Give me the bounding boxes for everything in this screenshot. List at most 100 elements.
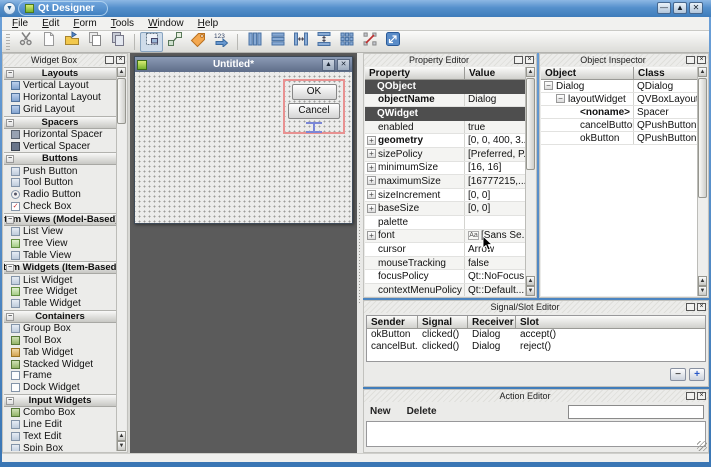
widget-tab-widget[interactable]: Tab Widget xyxy=(4,346,116,358)
layout-vertical-button[interactable] xyxy=(266,32,289,52)
scroll-up-icon[interactable] xyxy=(117,431,126,441)
close-icon[interactable] xyxy=(697,303,706,311)
widget-table-widget[interactable]: Table Widget xyxy=(4,298,116,310)
property-value[interactable]: Aa[Sans Se... xyxy=(465,230,525,243)
widget-radio-button[interactable]: ●Radio Button xyxy=(4,189,116,201)
maximize-button[interactable]: ▲ xyxy=(673,2,687,14)
form-shade-button[interactable]: ▲ xyxy=(322,59,335,71)
vertical-spacer-icon[interactable] xyxy=(306,122,322,133)
scroll-up-icon[interactable] xyxy=(117,67,126,77)
expand-icon[interactable]: + xyxy=(367,163,376,172)
property-value[interactable]: [Preferred, P... xyxy=(465,148,525,161)
category-item-views-model-based[interactable]: −Item Views (Model-Based) xyxy=(4,213,116,226)
column-sender[interactable]: Sender xyxy=(367,316,418,328)
new-action-button[interactable]: New xyxy=(370,406,391,417)
widget-text-edit[interactable]: Text Edit xyxy=(4,430,116,442)
property-row-mousetracking[interactable]: mouseTrackingfalse xyxy=(365,257,525,271)
property-value[interactable]: [0, 0] xyxy=(465,202,525,215)
category-input-widgets[interactable]: −Input Widgets xyxy=(4,394,116,407)
float-icon[interactable] xyxy=(514,56,523,64)
widget-tool-box[interactable]: Tool Box xyxy=(4,335,116,347)
menu-help[interactable]: Help xyxy=(192,18,227,29)
property-editor-scrollbar[interactable] xyxy=(525,67,535,296)
property-row-sizepolicy[interactable]: +sizePolicy[Preferred, P... xyxy=(365,148,525,162)
copy-button[interactable] xyxy=(83,32,106,52)
menu-file[interactable]: File xyxy=(6,18,36,29)
widget-group-box[interactable]: Group Box xyxy=(4,323,116,335)
column-value[interactable]: Value xyxy=(465,67,525,79)
widget-list-widget[interactable]: List Widget xyxy=(4,274,116,286)
connection-row[interactable]: cancelBut...clicked()Dialogreject() xyxy=(367,341,705,353)
property-value[interactable]: Dialog xyxy=(465,94,525,107)
expand-icon[interactable]: + xyxy=(367,231,376,240)
layout-split-horizontal-button[interactable] xyxy=(289,32,312,52)
edit-widgets-button[interactable] xyxy=(140,32,163,52)
scrollbar-thumb[interactable] xyxy=(117,78,126,124)
close-icon[interactable] xyxy=(697,392,706,400)
scroll-down-icon[interactable] xyxy=(526,286,535,296)
menu-edit[interactable]: Edit xyxy=(36,18,67,29)
object-row-okbutton[interactable]: okButtonQPushButton xyxy=(541,132,697,145)
object-row-noname[interactable]: <noname>Spacer xyxy=(541,106,697,119)
collapse-icon[interactable]: − xyxy=(6,119,14,127)
widget-push-button[interactable]: Push Button xyxy=(4,165,116,177)
edit-signals-slots-button[interactable] xyxy=(163,32,186,52)
adjust-size-button[interactable] xyxy=(381,32,404,52)
object-row-dialog[interactable]: −DialogQDialog xyxy=(541,80,697,93)
form-canvas[interactable]: OK Cancel xyxy=(135,72,352,223)
property-value[interactable]: false xyxy=(465,257,525,270)
column-receiver[interactable]: Receiver xyxy=(468,316,516,328)
column-slot[interactable]: Slot xyxy=(516,316,705,328)
scrollbar-thumb[interactable] xyxy=(698,78,707,198)
float-icon[interactable] xyxy=(105,56,114,64)
collapse-icon[interactable]: − xyxy=(6,397,14,405)
widget-tree-view[interactable]: Tree View xyxy=(4,237,116,249)
property-value[interactable]: true xyxy=(465,121,525,134)
form-close-button[interactable]: ✕ xyxy=(337,59,350,71)
menu-window[interactable]: Window xyxy=(142,18,192,29)
widget-spin-box[interactable]: Spin Box xyxy=(4,442,116,451)
edit-buddies-button[interactable] xyxy=(186,32,209,52)
action-filter-input[interactable] xyxy=(568,405,704,419)
cancel-button[interactable]: Cancel xyxy=(288,103,340,119)
window-title-tab[interactable]: Qt Designer xyxy=(18,1,108,16)
scroll-down-icon[interactable] xyxy=(117,441,126,451)
add-connection-button[interactable]: + xyxy=(689,368,705,381)
float-icon[interactable] xyxy=(686,56,695,64)
category-containers[interactable]: −Containers xyxy=(4,310,116,323)
property-row-basesize[interactable]: +baseSize[0, 0] xyxy=(365,202,525,216)
widget-box-scrollbar[interactable] xyxy=(116,67,126,451)
widget-grid-layout[interactable]: Grid Layout xyxy=(4,104,116,116)
close-button[interactable]: ✕ xyxy=(689,2,703,14)
category-item-widgets-item-based[interactable]: −Item Widgets (Item-Based) xyxy=(4,261,116,274)
property-row-contextmenupolicy[interactable]: contextMenuPolicyQt::Default... xyxy=(365,284,525,296)
selected-layout-box[interactable]: OK Cancel xyxy=(283,79,345,134)
break-layout-button[interactable] xyxy=(358,32,381,52)
toolbar-handle-icon[interactable] xyxy=(6,34,10,50)
scroll-up-icon[interactable] xyxy=(526,276,535,286)
category-buttons[interactable]: −Buttons xyxy=(4,152,116,165)
new-form-button[interactable] xyxy=(37,32,60,52)
property-value[interactable]: Arrow xyxy=(465,243,525,256)
minimize-button[interactable]: — xyxy=(657,2,671,14)
widget-stacked-widget[interactable]: Stacked Widget xyxy=(4,358,116,370)
widget-tool-button[interactable]: Tool Button xyxy=(4,177,116,189)
category-layouts[interactable]: −Layouts xyxy=(4,67,116,80)
widget-tree-widget[interactable]: Tree Widget xyxy=(4,286,116,298)
collapse-icon[interactable]: − xyxy=(6,155,14,163)
layout-grid-button[interactable] xyxy=(335,32,358,52)
property-value[interactable]: Qt::NoFocus xyxy=(465,270,525,283)
action-list[interactable] xyxy=(366,421,706,447)
property-value[interactable]: [16777215,... xyxy=(465,175,525,188)
close-icon[interactable] xyxy=(697,56,706,64)
close-icon[interactable] xyxy=(525,56,534,64)
layout-split-vertical-button[interactable] xyxy=(312,32,335,52)
property-row-sizeincrement[interactable]: +sizeIncrement[0, 0] xyxy=(365,189,525,203)
scroll-down-icon[interactable] xyxy=(698,286,707,296)
property-value[interactable]: [0, 0, 400, 3... xyxy=(465,134,525,147)
widget-vertical-layout[interactable]: Vertical Layout xyxy=(4,80,116,92)
scroll-up-icon[interactable] xyxy=(698,276,707,286)
expand-icon[interactable]: + xyxy=(367,149,376,158)
column-class[interactable]: Class xyxy=(634,67,697,79)
widget-vertical-spacer[interactable]: Vertical Spacer xyxy=(4,140,116,152)
